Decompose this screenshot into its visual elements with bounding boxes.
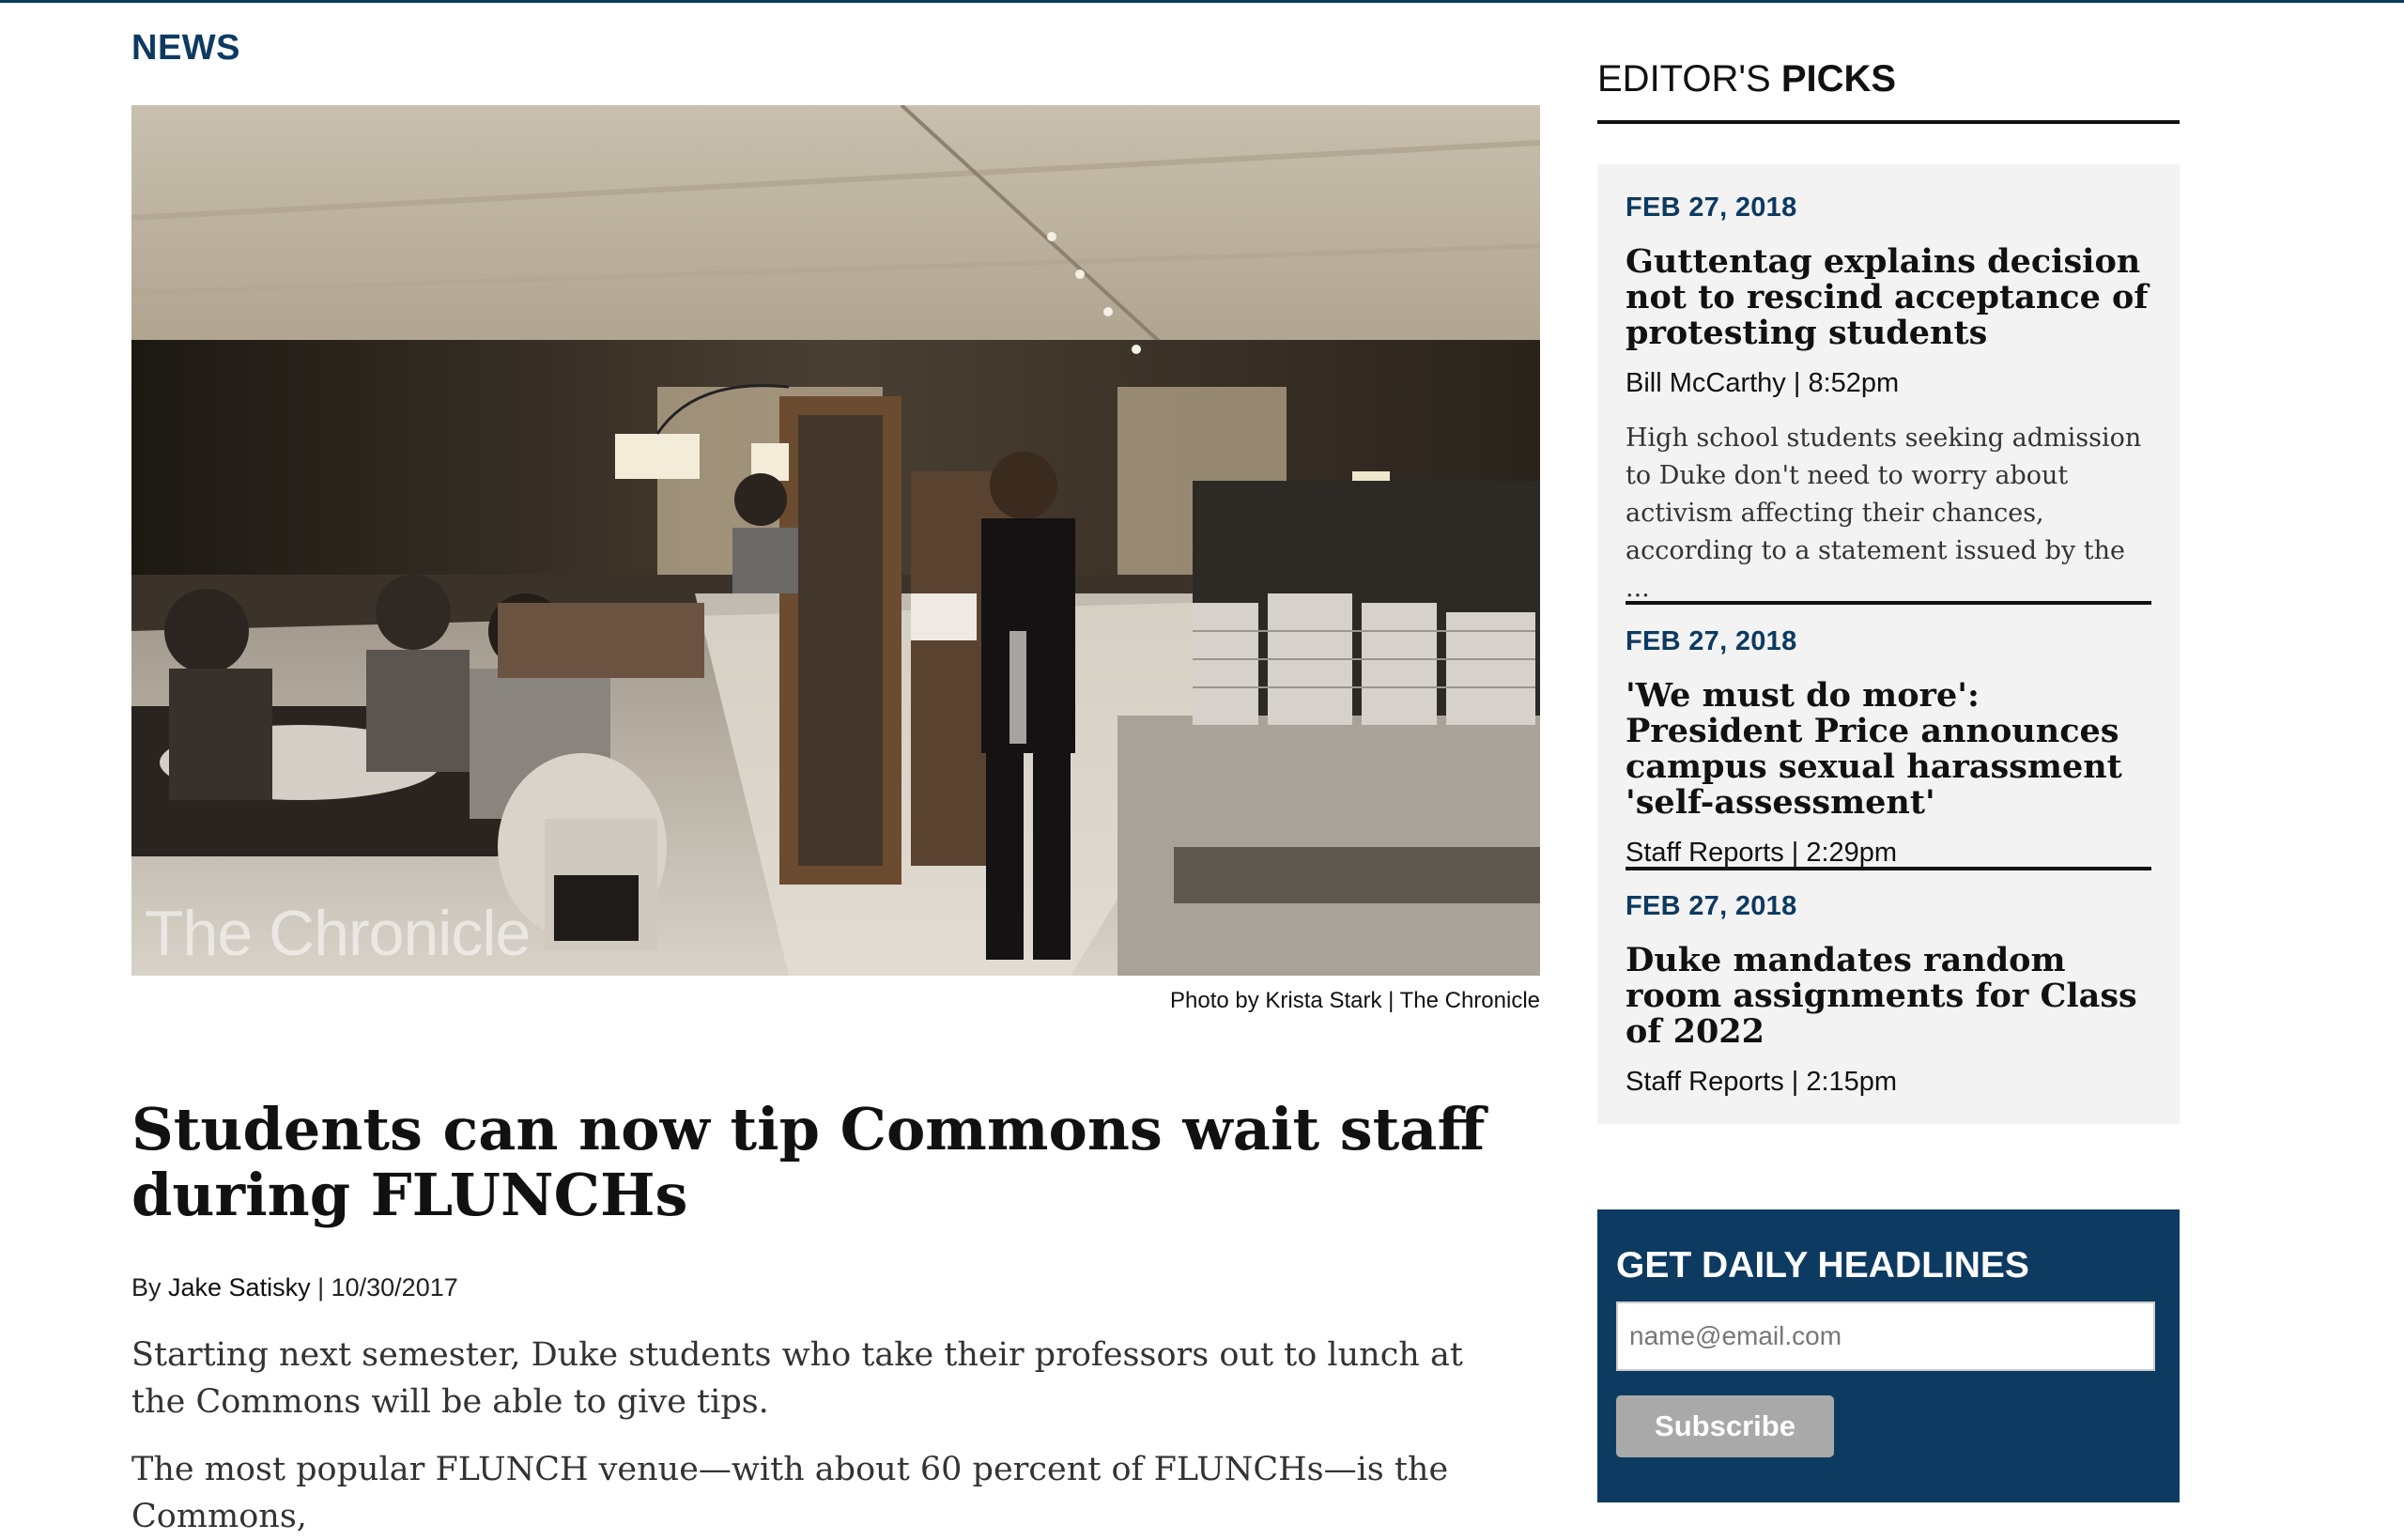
pick-title[interactable]: Duke mandates random room assignments fo… xyxy=(1626,943,2151,1050)
restaurant-photo xyxy=(131,105,1540,976)
credit-source: The Chronicle xyxy=(1399,988,1540,1013)
newsletter-title: GET DAILY HEADLINES xyxy=(1616,1245,2029,1286)
credit-photographer[interactable]: Krista Stark xyxy=(1265,988,1381,1013)
author-link[interactable]: Jake Satisky xyxy=(168,1273,311,1301)
photo-watermark: The Chronicle xyxy=(145,898,531,969)
pick-date: FEB 27, 2018 xyxy=(1626,192,1797,223)
hero-photo: The Chronicle xyxy=(131,105,1540,976)
article-paragraph: The most popular FLUNCH venue—with about… xyxy=(131,1451,1449,1535)
pick-divider xyxy=(1626,867,2151,870)
subscribe-button[interactable]: Subscribe xyxy=(1616,1395,1834,1457)
picks-title-bold: PICKS xyxy=(1780,58,1897,100)
top-border xyxy=(0,0,2404,3)
pick-item[interactable]: FEB 27, 2018 'We must do more': Presiden… xyxy=(1626,626,2151,869)
editors-picks-list: FEB 27, 2018 Guttentag explains decision… xyxy=(1597,164,2180,1124)
section-label[interactable]: NEWS xyxy=(131,28,240,69)
pick-title[interactable]: Guttentag explains decision not to resci… xyxy=(1626,244,2151,351)
pick-byline: Staff Reports | 2:15pm xyxy=(1626,1067,1898,1097)
pick-item[interactable]: FEB 27, 2018 Duke mandates random room a… xyxy=(1626,891,2151,1098)
byline-separator: | xyxy=(310,1273,331,1301)
pick-title[interactable]: 'We must do more': President Price annou… xyxy=(1626,678,2151,821)
article-paragraph: Starting next semester, Duke students wh… xyxy=(131,1336,1463,1421)
credit-prefix: Photo by xyxy=(1170,988,1266,1013)
pick-date: FEB 27, 2018 xyxy=(1626,891,1797,921)
pick-item[interactable]: FEB 27, 2018 Guttentag explains decision… xyxy=(1626,192,2151,608)
article-byline: By Jake Satisky | 10/30/2017 xyxy=(131,1273,458,1302)
pick-byline: Staff Reports | 2:29pm xyxy=(1626,838,1898,868)
article-headline: Students can now tip Commons wait staff … xyxy=(131,1095,1486,1229)
pick-excerpt: High school students seeking admission t… xyxy=(1626,424,2142,603)
pick-date: FEB 27, 2018 xyxy=(1626,626,1797,656)
article-date: 10/30/2017 xyxy=(331,1273,458,1301)
newsletter-signup: GET DAILY HEADLINES Subscribe xyxy=(1597,1209,2180,1502)
picks-title-light: EDITOR'S xyxy=(1597,58,1781,100)
email-field[interactable] xyxy=(1616,1301,2155,1371)
picks-divider xyxy=(1597,120,2180,124)
credit-separator: | xyxy=(1381,988,1400,1013)
byline-prefix: By xyxy=(131,1273,169,1301)
pick-divider xyxy=(1626,601,2151,605)
pick-byline: Bill McCarthy | 8:52pm xyxy=(1626,368,1900,398)
photo-credit: Photo by Krista Stark | The Chronicle xyxy=(1170,988,1540,1014)
editors-picks-heading: EDITOR'S PICKS xyxy=(1597,58,1896,100)
